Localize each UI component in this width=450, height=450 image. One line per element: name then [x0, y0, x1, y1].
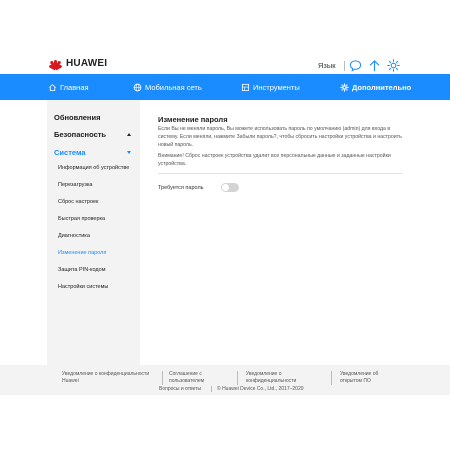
reset-warning-line: устройства.	[158, 160, 187, 167]
footer-divider	[211, 386, 212, 392]
password-required-toggle[interactable]	[221, 183, 239, 192]
page-title: Изменение пароля	[158, 115, 228, 124]
nav-mobile-network-label: Мобильная сеть	[145, 82, 202, 92]
settings-sun-icon[interactable]	[387, 59, 400, 72]
footer-link-privacy-huawei[interactable]: Уведомление о конфиденциальности Huawei	[62, 371, 149, 384]
sidebar-subitem-change-password[interactable]: Изменение пароля	[58, 250, 106, 256]
password-description-line: систему. Если меняли, нажмите Забыли пар…	[158, 133, 402, 140]
header: HUAWEI Язык	[0, 52, 450, 74]
footer-divider	[237, 371, 238, 385]
upload-arrow-icon[interactable]	[368, 59, 381, 72]
chevron-down-icon[interactable]	[127, 151, 131, 154]
footer-link-line: конфиденциальности	[246, 377, 297, 384]
globe-icon	[133, 83, 142, 91]
footer-link-line: Уведомление об	[340, 371, 379, 377]
footer-link-line: пользователем	[169, 377, 205, 384]
nav-tools[interactable]: Инструменты	[241, 74, 300, 100]
main-nav-bar: Главная Мобильная сеть Инструменты Допол…	[0, 74, 450, 100]
footer-link-privacy-notice[interactable]: Уведомление о конфиденциальности	[246, 371, 296, 384]
sidebar-subitem-pin-protection[interactable]: Защита PIN-кодом	[58, 267, 105, 273]
section-divider	[158, 173, 403, 174]
huawei-logo[interactable]: HUAWEI	[47, 58, 108, 71]
sidebar-subitem-device-info[interactable]: Информация об устройстве	[58, 165, 129, 171]
nav-advanced-label: Дополнительно	[352, 82, 412, 92]
footer-link-line: открытом ПО	[340, 377, 371, 384]
brand-name: HUAWEI	[66, 58, 108, 69]
footer-divider	[331, 371, 332, 385]
language-selector[interactable]: Язык	[318, 61, 336, 70]
footer-link-user-agreement[interactable]: Соглашение с пользователем	[169, 371, 204, 384]
sidebar: Обновления Безопасность Система Информац…	[47, 100, 140, 365]
password-description: Если Вы не меняли пароль, Вы можете испо…	[158, 126, 403, 149]
nav-home-label: Главная	[60, 82, 89, 92]
nav-tools-label: Инструменты	[253, 82, 300, 92]
footer-faq-link[interactable]: Вопросы и ответы	[159, 386, 201, 392]
footer-link-line: Соглашение с	[169, 371, 202, 377]
nav-home[interactable]: Главная	[48, 74, 89, 100]
sidebar-item-updates[interactable]: Обновления	[54, 113, 100, 122]
chat-icon[interactable]	[349, 59, 362, 72]
sidebar-subitem-system-settings[interactable]: Настройки системы	[58, 284, 108, 290]
header-divider	[344, 61, 345, 71]
main-content: Изменение пароля Если Вы не меняли парол…	[150, 100, 410, 365]
reset-warning: Внимание! Сброс настроек устройства удал…	[158, 153, 403, 169]
sidebar-subitem-reset[interactable]: Сброс настроек	[58, 199, 98, 205]
gear-icon	[340, 82, 349, 92]
footer-link-line: Huawei	[62, 377, 79, 384]
nav-mobile-network[interactable]: Мобильная сеть	[133, 74, 202, 100]
password-description-line: новый пароль.	[158, 141, 194, 148]
huawei-logo-icon	[47, 58, 63, 71]
toolbox-icon	[241, 83, 250, 91]
sidebar-subitem-quick-check[interactable]: Быстрая проверка	[58, 216, 105, 222]
sidebar-item-security[interactable]: Безопасность	[54, 130, 106, 139]
sidebar-item-system[interactable]: Система	[54, 148, 86, 157]
password-required-label: Требуется пароль	[158, 185, 204, 191]
nav-advanced[interactable]: Дополнительно	[340, 74, 411, 100]
footer: Уведомление о конфиденциальности Huawei …	[0, 365, 450, 395]
password-description-line: Если Вы не меняли пароль, Вы можете испо…	[158, 126, 391, 132]
footer-copyright: © Huawei Device Co., Ltd., 2017–2020	[217, 386, 304, 392]
toggle-knob	[222, 184, 229, 191]
sidebar-subitem-diagnostics[interactable]: Диагностика	[58, 233, 90, 239]
footer-divider	[162, 371, 163, 385]
home-icon	[49, 83, 56, 91]
chevron-up-icon[interactable]	[127, 133, 131, 136]
footer-link-open-source[interactable]: Уведомление об открытом ПО	[340, 371, 378, 384]
footer-link-line: Уведомление о конфиденциальности	[62, 371, 150, 377]
reset-warning-line: Внимание! Сброс настроек устройства удал…	[158, 153, 391, 159]
sidebar-subitem-reboot[interactable]: Перезагрузка	[58, 182, 92, 188]
